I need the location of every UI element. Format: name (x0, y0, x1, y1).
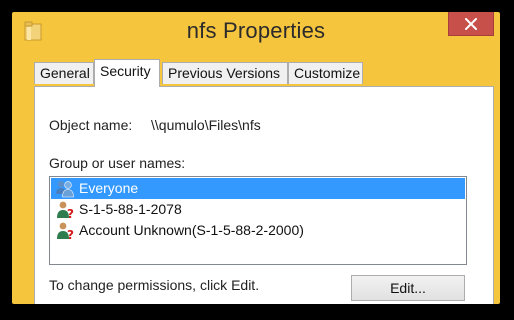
close-icon (465, 17, 477, 30)
svg-text:?: ? (67, 228, 74, 240)
svg-text:?: ? (67, 207, 74, 219)
object-name-label: Object name: (49, 117, 133, 133)
list-item-label: Everyone (79, 180, 139, 196)
tab-customize[interactable]: Customize (288, 62, 363, 84)
list-item-everyone[interactable]: Everyone (51, 178, 465, 199)
tab-security[interactable]: Security (94, 59, 160, 87)
security-panel: Object name: \\qumulo\Files\nfs Group or… (34, 86, 494, 304)
properties-window: nfs Properties General Security Previous… (12, 12, 500, 304)
close-button[interactable] (448, 12, 494, 36)
group-user-listbox[interactable]: Everyone ? S-1-5-88-1-2078 ? Account Unk… (49, 176, 467, 265)
edit-button[interactable]: Edit... (351, 275, 465, 301)
unknown-user-icon: ? (57, 201, 74, 219)
window-title: nfs Properties (186, 18, 326, 43)
unknown-user-icon: ? (57, 222, 74, 240)
change-permissions-text: To change permissions, click Edit. (49, 277, 260, 293)
title-bar[interactable]: nfs Properties (12, 12, 500, 56)
object-name-value: \\qumulo\Files\nfs (151, 117, 261, 133)
list-item-label: S-1-5-88-1-2078 (79, 201, 182, 217)
tab-general[interactable]: General (34, 62, 94, 84)
group-list-label: Group or user names: (49, 155, 186, 171)
users-group-icon (56, 180, 74, 198)
list-item-sid-2078[interactable]: ? S-1-5-88-1-2078 (51, 199, 465, 220)
list-item-label: Account Unknown(S-1-5-88-2-2000) (79, 222, 304, 238)
list-item-account-unknown[interactable]: ? Account Unknown(S-1-5-88-2-2000) (51, 220, 465, 241)
tab-previous-versions[interactable]: Previous Versions (162, 62, 288, 84)
